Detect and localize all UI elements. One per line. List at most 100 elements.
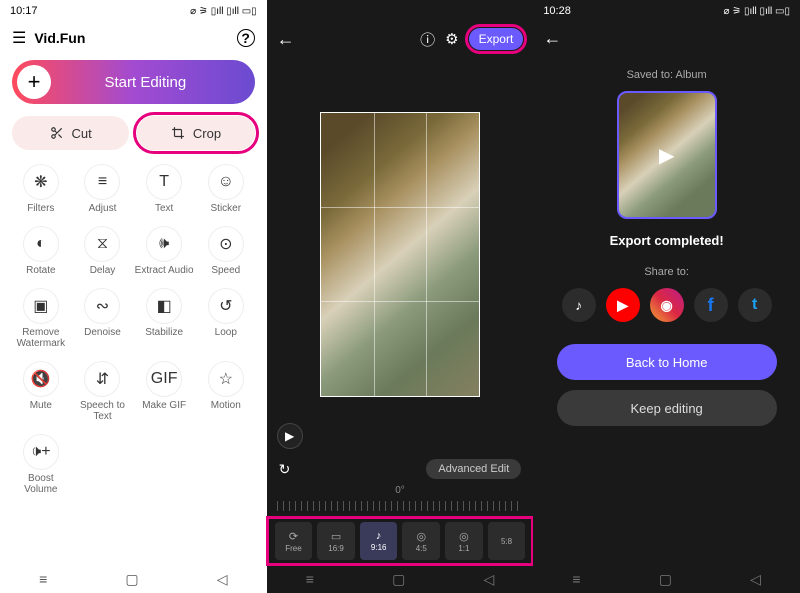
tool-icon: ❋ — [23, 164, 59, 200]
nav-back[interactable]: ◁ — [483, 571, 494, 588]
export-complete-label: Export completed! — [610, 233, 724, 248]
tool-label: Speech to Text — [72, 400, 134, 422]
tool-denoise[interactable]: ∾Denoise — [72, 284, 134, 357]
nav-recent[interactable]: ≡ — [39, 571, 47, 587]
gear-icon[interactable]: ⚙ — [445, 30, 458, 48]
export-header: ← — [533, 22, 800, 55]
tool-label: Extract Audio — [133, 265, 195, 276]
ratio-1-1[interactable]: ◎1:1 — [445, 522, 483, 560]
nav-recent[interactable]: ≡ — [572, 571, 580, 587]
share-youtube-icon[interactable]: ▶ — [606, 288, 640, 322]
ratio-label: 4:5 — [416, 544, 427, 553]
tool-remove-watermark[interactable]: ▣Remove Watermark — [10, 284, 72, 357]
tool-icon: 🕩+ — [23, 434, 59, 470]
ratio-16-9[interactable]: ▭16:9 — [317, 522, 355, 560]
reset-icon[interactable]: ↻ — [279, 461, 291, 478]
tool-label: Text — [133, 203, 195, 214]
share-twitter-icon[interactable]: t — [738, 288, 772, 322]
status-time: 10:17 — [10, 5, 38, 17]
keep-editing-button[interactable]: Keep editing — [557, 390, 777, 426]
share-facebook-icon[interactable]: f — [694, 288, 728, 322]
ratio-Free[interactable]: ⟳Free — [275, 522, 313, 560]
ratio-icon: ⟳ — [289, 530, 298, 543]
nav-home[interactable]: ▢ — [125, 571, 138, 588]
share-instagram-icon[interactable]: ◉ — [650, 288, 684, 322]
tool-speed[interactable]: ⊙ Speed — [195, 222, 257, 284]
tool-label: Denoise — [72, 327, 134, 338]
tool-label: Adjust — [72, 203, 134, 214]
nav-recent[interactable]: ≡ — [306, 571, 314, 587]
tool-delay[interactable]: ⧖ Delay — [72, 222, 134, 284]
back-to-home-button[interactable]: Back to Home — [557, 344, 777, 380]
ratio-icon: ♪ — [376, 530, 382, 542]
share-to-label: Share to: — [644, 266, 689, 278]
saved-to-label: Saved to: Album — [627, 69, 707, 81]
plus-icon: + — [17, 65, 51, 99]
export-body: Saved to: Album ▶ Export completed! Shar… — [533, 55, 800, 565]
start-editing-label: Start Editing — [56, 74, 255, 91]
tool-make-gif[interactable]: GIFMake GIF — [133, 357, 195, 430]
tool-mute[interactable]: 🔇Mute — [10, 357, 72, 430]
tool-label: Loop — [195, 327, 257, 338]
tool-icon: GIF — [146, 361, 182, 397]
editor-header: ← ⓘ ⚙ Export — [267, 22, 534, 56]
tool-label: Boost Volume — [10, 473, 72, 495]
menu-icon[interactable]: ☰ — [12, 28, 26, 48]
back-icon[interactable]: ← — [277, 29, 295, 50]
tool-icon: ⊙ — [208, 226, 244, 262]
scissors-icon — [50, 126, 64, 140]
ratio-label: Free — [285, 544, 301, 553]
nav-back[interactable]: ◁ — [217, 571, 228, 588]
crop-button[interactable]: Crop — [137, 116, 254, 150]
tool-icon: ⇵ — [84, 361, 120, 397]
screen-export-done: 10:28 ⌀ ⚞ ▯ıll ▯ıll ▭▯ ← Saved to: Album… — [533, 0, 800, 593]
tool-adjust[interactable]: ≡Adjust — [72, 160, 134, 222]
ratio-icon: ◎ — [459, 530, 469, 543]
ruler-ticks — [277, 501, 524, 511]
tool-label: Stabilize — [133, 327, 195, 338]
tool-label: Sticker — [195, 203, 257, 214]
cut-button[interactable]: Cut — [12, 116, 129, 150]
tool-stabilize[interactable]: ◧Stabilize — [133, 284, 195, 357]
play-button[interactable]: ▶ — [277, 423, 303, 449]
advanced-edit-button[interactable]: Advanced Edit — [426, 459, 521, 479]
rotation-angle: 0° — [395, 485, 405, 496]
ratio-9-16[interactable]: ♪9:16 — [360, 522, 398, 560]
tool-label: Speed — [195, 265, 257, 276]
nav-home[interactable]: ▢ — [392, 571, 405, 588]
tool-rotate[interactable]: ◐Rotate — [10, 222, 72, 284]
crop-icon — [171, 126, 185, 140]
ratio-4-5[interactable]: ◎4:5 — [402, 522, 440, 560]
tool-speech-to-text[interactable]: ⇵ Speech to Text — [72, 357, 134, 430]
tool-filters[interactable]: ❋Filters — [10, 160, 72, 222]
tool-sticker[interactable]: ☺Sticker — [195, 160, 257, 222]
nav-back[interactable]: ◁ — [750, 571, 761, 588]
tool-grid[interactable]: ❋Filters≡AdjustTText☺Sticker ◐Rotate ⧖ Dela… — [0, 156, 267, 565]
export-thumbnail[interactable]: ▶ — [617, 91, 717, 219]
status-indicators: ⌀ ⚞ ▯ıll ▯ıll ▭▯ — [190, 6, 257, 17]
start-editing-button[interactable]: + Start Editing — [12, 60, 255, 104]
share-tiktok-icon[interactable]: ♪ — [562, 288, 596, 322]
screen-home: 10:17 ⌀ ⚞ ▯ıll ▯ıll ▭▯ ☰ Vid.Fun ? + Sta… — [0, 0, 267, 593]
nav-home[interactable]: ▢ — [659, 571, 672, 588]
aspect-ratio-row: ⟳Free▭16:9♪9:16◎4:5◎1:15:8 — [267, 517, 534, 565]
crop-frame[interactable] — [320, 112, 480, 397]
tool-label: Motion — [195, 400, 257, 411]
help-icon[interactable]: ? — [237, 29, 255, 47]
tool-loop[interactable]: ↺Loop — [195, 284, 257, 357]
export-button[interactable]: Export — [469, 28, 524, 50]
tool-icon: ⧖ — [84, 226, 120, 262]
help-icon[interactable]: ⓘ — [420, 29, 435, 50]
tool-text[interactable]: TText — [133, 160, 195, 222]
tool-label: Delay — [72, 265, 134, 276]
status-time: 10:28 — [543, 5, 571, 17]
tool-extract-audio[interactable]: 🕪Extract Audio — [133, 222, 195, 284]
ratio-5-8[interactable]: 5:8 — [488, 522, 526, 560]
cut-label: Cut — [72, 126, 92, 141]
tool-boost-volume[interactable]: 🕩+ Boost Volume — [10, 430, 72, 503]
back-icon[interactable]: ← — [543, 28, 561, 49]
rotation-ruler[interactable]: 0° — [267, 485, 534, 517]
tool-motion[interactable]: ☆ Motion — [195, 357, 257, 430]
video-preview[interactable]: ▶ — [267, 56, 534, 453]
tool-icon: ☆ — [208, 361, 244, 397]
